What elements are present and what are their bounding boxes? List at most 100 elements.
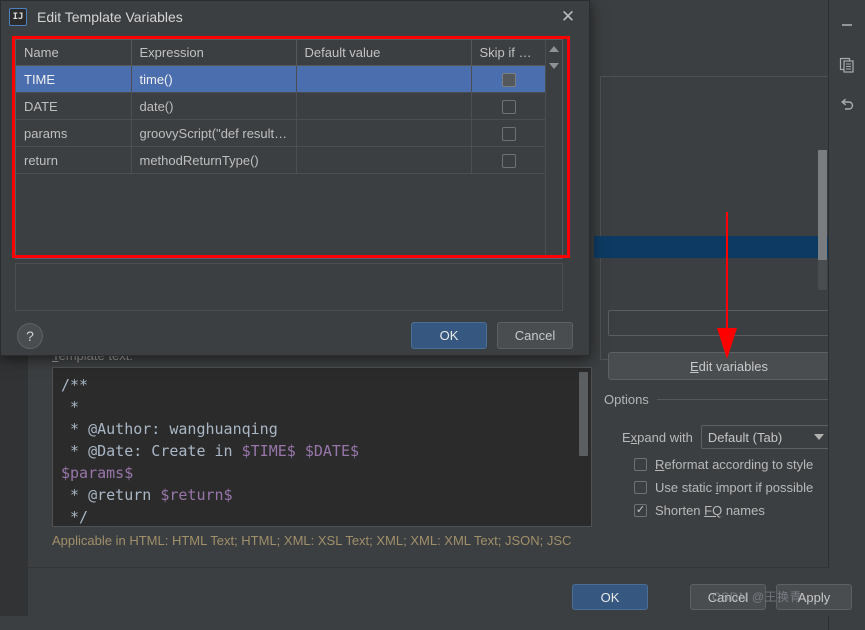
variable-expression[interactable]: time() [131,65,297,93]
chevron-down-icon [549,62,559,69]
checkbox-static-import-box[interactable] [634,481,647,494]
variable-name[interactable]: DATE [16,92,132,120]
table-row[interactable]: return methodReturnType() [16,146,548,174]
table-row[interactable]: TIME time() [16,65,548,93]
list-scrollbar-thumb[interactable] [818,150,827,260]
editor-scrollbar-thumb[interactable] [579,372,588,456]
edit-variables-mnemonic: E [689,358,699,374]
chevron-up-icon [549,45,559,52]
code-token: * @return [61,486,161,504]
undo-icon[interactable] [836,94,858,116]
variable-expression[interactable]: groovyScript("def result… [131,119,297,147]
variable-skip-if-defined-cell[interactable] [471,146,548,174]
live-templates-selected-row[interactable] [594,236,828,258]
scroll-up-button[interactable] [546,40,562,57]
checkbox-static-import-label: Use static import if possible [655,480,813,495]
abbreviation-input[interactable] [608,310,850,336]
settings-cancel-button[interactable]: Cancel [690,584,766,610]
table-row[interactable]: params groovyScript("def result… [16,119,548,147]
table-column-header[interactable]: Name [16,40,132,66]
edit-template-variables-dialog: IJ Edit Template Variables ✕ Name Express… [0,0,590,356]
variable-default-value[interactable] [296,65,472,93]
variable-default-value[interactable] [296,146,472,174]
code-line: * @return $return$ [61,484,583,506]
variable-expression[interactable]: date() [131,92,297,120]
variable-skip-if-defined-cell[interactable] [471,92,548,120]
template-text-editor[interactable]: /** * * @Author: wanghuanqing * @Date: C… [52,367,592,527]
variables-table-container[interactable]: Name Expression Default value Skip if defi.… [15,39,563,259]
options-header: Options [604,392,858,407]
expand-with-value: Default (Tab) [707,429,783,445]
code-line: * [61,396,583,418]
copy-icon[interactable] [836,54,858,76]
right-side-toolbar [828,0,865,630]
cb0-post: eformat according to style [664,457,814,472]
variable-name[interactable]: return [16,146,132,174]
checkbox-reformat-row[interactable]: Reformat according to style [604,457,858,472]
applicable-context-text: Applicable in HTML: HTML Text; HTML; XML… [52,533,572,548]
minimize-icon[interactable] [836,14,858,36]
code-line: /** [61,374,583,396]
variable-expression[interactable]: methodReturnType() [131,146,297,174]
edit-variables-button[interactable]: Edit variables [608,352,850,380]
code-token: * [61,398,80,416]
table-header-row: Name Expression Default value Skip if defi.… [16,40,548,66]
code-token: * @Date: Create in [61,442,242,460]
skip-if-defined-checkbox[interactable] [502,126,516,141]
template-variable-token: $TIME$ $DATE$ [241,442,360,460]
scroll-down-button[interactable] [546,57,562,74]
edit-variables-label: dit variables [698,358,769,374]
cb0-mn: R [655,457,665,472]
skip-if-defined-checkbox[interactable] [502,99,516,114]
variable-name[interactable]: params [16,119,132,147]
template-code: /** * * @Author: wanghuanqing * @Date: C… [53,368,591,526]
dialog-cancel-button[interactable]: Cancel [497,322,573,349]
table-column-header[interactable]: Skip if defi... [471,40,548,66]
table-row[interactable]: DATE date() [16,92,548,120]
variable-skip-if-defined-cell[interactable] [471,65,548,93]
cb2-post: names [722,503,765,518]
variable-skip-if-defined-cell[interactable] [471,119,548,147]
cb2-pre: Shorten [655,503,705,518]
options-title: Options [604,392,649,407]
dialog-ok-button[interactable]: OK [411,322,487,349]
code-token: */ [61,508,89,526]
variable-default-value[interactable] [296,92,472,120]
settings-apply-button[interactable]: Apply [776,584,852,610]
dialog-lower-area [15,263,563,311]
code-line: $params$ [61,462,583,484]
dialog-title-bar: IJ Edit Template Variables ✕ [1,1,589,33]
code-token: /** [61,376,89,394]
cb1-pre: Use static [655,480,716,495]
expand-with-label: Expand with [622,430,693,445]
code-line: */ [61,506,583,526]
variable-default-value[interactable] [296,119,472,147]
close-icon[interactable]: ✕ [555,4,581,30]
checkbox-shorten-fq-row[interactable]: ✓ Shorten FQ names [604,503,858,518]
cb2-mn: FQ [704,503,723,518]
skip-if-defined-checkbox[interactable] [502,153,516,168]
variable-name[interactable]: TIME [16,65,132,93]
checkbox-shorten-fq-label: Shorten FQ names [655,503,765,518]
code-line: * @Author: wanghuanqing [61,418,583,440]
expand-with-dropdown[interactable]: Default (Tab) [700,425,831,449]
cb1-post: mport if possible [718,480,814,495]
table-scrollbar[interactable] [545,40,562,258]
settings-ok-button[interactable]: OK [572,584,648,610]
table-body: TIME time() DATE date() params groovyScript("… [16,65,548,174]
template-variable-token: $return$ [160,486,233,504]
expand-with-label-pre: E [622,429,631,445]
skip-if-defined-checkbox[interactable] [502,72,516,87]
checkbox-static-import-row[interactable]: Use static import if possible [604,480,858,495]
checkbox-reformat-label: Reformat according to style [655,457,813,472]
variables-table: Name Expression Default value Skip if defi.… [16,40,548,174]
chevron-down-icon [813,434,824,440]
help-button[interactable]: ? [17,323,43,349]
table-column-header[interactable]: Default value [296,40,472,66]
table-column-header[interactable]: Expression [131,40,297,66]
options-section: Options Expand with Default (Tab) Reform… [604,392,858,518]
dialog-title: Edit Template Variables [37,9,183,25]
checkbox-shorten-fq-box[interactable]: ✓ [634,504,647,517]
checkbox-reformat-box[interactable] [634,458,647,471]
template-variable-token: $params$ [61,464,134,482]
